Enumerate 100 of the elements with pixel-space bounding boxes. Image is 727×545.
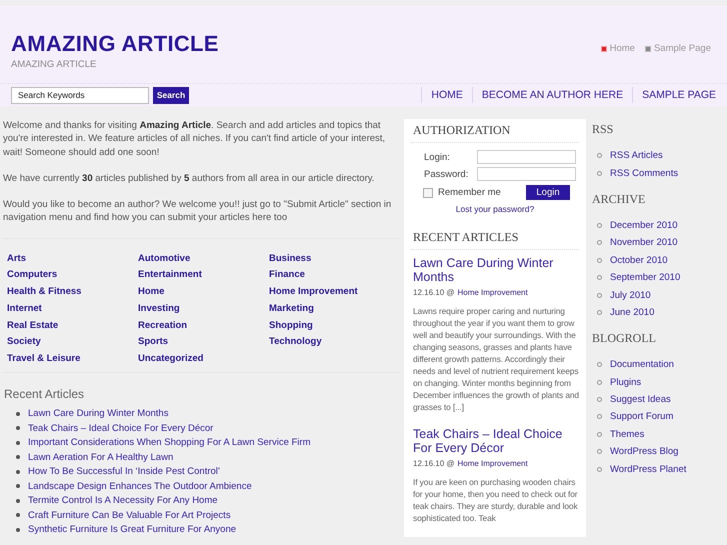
- password-field[interactable]: [477, 167, 576, 181]
- sidebar-link[interactable]: October 2010: [610, 254, 668, 266]
- bullet-icon: [597, 310, 602, 315]
- nav-link[interactable]: SAMPLE PAGE: [632, 87, 727, 103]
- nav-link[interactable]: HOME: [421, 87, 472, 103]
- sidebar-link[interactable]: WordPress Planet: [610, 464, 686, 475]
- bullet-icon: [16, 440, 20, 445]
- sidebar-link[interactable]: Documentation: [610, 359, 674, 370]
- password-label: Password:: [424, 168, 470, 180]
- square-icon: [644, 46, 651, 52]
- bullet-icon: [597, 449, 602, 454]
- post-title[interactable]: Teak Chairs – Ideal Choice For Every Décor: [413, 427, 579, 455]
- article-link[interactable]: Lawn Aeration For A Healthy Lawn: [28, 452, 174, 463]
- sidebar-link[interactable]: RSS Articles: [610, 150, 663, 162]
- sidebar-link[interactable]: December 2010: [610, 220, 678, 231]
- category-link[interactable]: Marketing: [269, 300, 400, 318]
- bullet-icon: [597, 222, 602, 228]
- article-link[interactable]: Teak Chairs – Ideal Choice For Every Décor: [28, 422, 214, 434]
- category-link[interactable]: Business: [269, 250, 400, 268]
- widget-title: RSS: [592, 122, 614, 137]
- login-label: Login:: [424, 152, 451, 162]
- article-link[interactable]: Synthetic Furniture Is Great Furniture For Anyone: [28, 524, 236, 536]
- bullet-icon: [597, 380, 602, 385]
- category-link[interactable]: Sports: [138, 334, 269, 351]
- category-link[interactable]: Shopping: [269, 318, 400, 334]
- category-link[interactable]: Home Improvement: [269, 284, 400, 301]
- post-title[interactable]: Lawn Care During Winter Months: [413, 256, 579, 284]
- sidebar-link[interactable]: June 2010: [610, 306, 654, 318]
- article-link[interactable]: Landscape Design Enhances The Outdoor Ambience: [28, 480, 252, 492]
- widget-title: ARCHIVE: [592, 192, 646, 207]
- sidebar-link[interactable]: RSS Comments: [610, 168, 678, 179]
- post-date: 12.16.10 @: [413, 288, 454, 297]
- category-link[interactable]: Finance: [269, 267, 400, 284]
- sidebar-link[interactable]: September 2010: [610, 272, 680, 284]
- remember-label: Remember me: [438, 187, 501, 198]
- category-link[interactable]: Home Improvement: [457, 288, 528, 297]
- widget-title: BLOGROLL: [592, 331, 657, 346]
- category-link[interactable]: Investing: [138, 300, 269, 318]
- sidebar-link[interactable]: Support Forum: [610, 411, 674, 422]
- sidebar-link[interactable]: July 2010: [610, 290, 651, 301]
- post-excerpt: If you are keen on purchasing wooden chairs for your home, then you need to check out for teak chairs. They are sturdy, durable and look sophisticated too. Teak: [413, 476, 579, 524]
- category-link[interactable]: Travel & Leisure: [7, 351, 138, 368]
- bullet-icon: [597, 292, 602, 298]
- bullet-icon: [597, 466, 602, 472]
- bullet-icon: [597, 362, 602, 368]
- remember-checkbox[interactable]: [423, 188, 433, 198]
- bullet-icon: [16, 484, 20, 488]
- category-link[interactable]: Technology: [269, 334, 400, 351]
- category-link[interactable]: Real Estate: [7, 318, 138, 334]
- category-link[interactable]: Uncategorized: [138, 351, 269, 368]
- bullet-icon: [597, 153, 602, 158]
- intro-paragraph: Welcome and thanks for visiting Amazing Article. Search and add articles and topics that you're interested in. We feature articles of all niches. If you can't find article of your interest, wait! Someone should add one soon!: [3, 119, 386, 159]
- widget-title: AUTHORIZATION: [411, 121, 579, 143]
- category-link[interactable]: Computers: [7, 267, 138, 284]
- lost-password-link[interactable]: Lost your password?: [411, 204, 579, 214]
- article-link[interactable]: Craft Furniture Can Be Valuable For Art Projects: [28, 510, 231, 521]
- category-link[interactable]: Arts: [7, 250, 138, 268]
- bullet-icon: [597, 170, 602, 176]
- category-link[interactable]: Automotive: [138, 250, 269, 268]
- intro-paragraph: We have currently 30 articles published by 5 authors from all area in our article directory.: [3, 172, 376, 186]
- category-link[interactable]: Society: [7, 334, 138, 351]
- bullet-icon: [597, 432, 602, 437]
- bullet-icon: [597, 397, 602, 402]
- login-field[interactable]: [477, 150, 576, 164]
- site-title: AMAZING ARTICLE: [11, 31, 219, 57]
- sidebar-link[interactable]: November 2010: [610, 237, 678, 248]
- category-link[interactable]: Recreation: [138, 318, 269, 334]
- intro-paragraph: Would you like to become an author? We welcome you!! just go to "Submit Article" section in navigation menu and find how you can submit your articles here too: [3, 198, 392, 225]
- sidebar-link[interactable]: WordPress Blog: [610, 446, 678, 458]
- bullet-icon: [16, 426, 20, 430]
- bullet-icon: [597, 275, 602, 280]
- article-link[interactable]: Termite Control Is A Necessity For Any Home: [28, 495, 218, 506]
- nav-link[interactable]: BECOME AN AUTHOR HERE: [472, 87, 632, 103]
- bullet-icon: [16, 412, 20, 416]
- sidebar-link[interactable]: Themes: [610, 428, 644, 440]
- bullet-icon: [16, 470, 20, 474]
- bullet-icon: [597, 258, 602, 263]
- widget-title: RECENT ARTICLES: [411, 228, 579, 250]
- article-link[interactable]: Important Considerations When Shopping For A Lawn Service Firm: [28, 437, 310, 448]
- article-link[interactable]: How To Be Successful In ‘Inside Pest Control’: [28, 466, 220, 478]
- category-link[interactable]: Home: [138, 284, 269, 301]
- post-date: 12.16.10 @: [413, 459, 454, 468]
- article-link[interactable]: Lawn Care During Winter Months: [28, 408, 168, 420]
- square-icon: [600, 46, 607, 52]
- post-excerpt: Lawns require proper caring and nurturing throughout the year if you want them to grow well and beautify your surroundings. With the changing seasons, grasses and plants have different growth patterns. Accordingly their needs and level of nutrient requirement keeps on changing. Winter months beginning from December influences the growth of plants and grasses to [...]: [413, 305, 579, 413]
- search-button[interactable]: Search: [153, 86, 189, 104]
- bullet-icon: [16, 498, 20, 503]
- category-link[interactable]: Health & Fitness: [7, 284, 138, 301]
- section-title: Recent Articles: [4, 386, 86, 401]
- site-tagline: AMAZING ARTICLE: [11, 59, 98, 70]
- category-link[interactable]: Entertainment: [138, 267, 269, 284]
- login-button[interactable]: Login: [526, 185, 570, 200]
- bullet-icon: [597, 240, 602, 246]
- sidebar-link[interactable]: Plugins: [610, 376, 642, 388]
- search-field[interactable]: Search Keywords: [11, 86, 149, 104]
- sidebar-link[interactable]: Suggest Ideas: [610, 394, 671, 406]
- category-link[interactable]: Home Improvement: [457, 459, 528, 468]
- category-link[interactable]: Internet: [7, 300, 138, 318]
- bullet-icon: [16, 455, 20, 460]
- bullet-icon: [16, 528, 20, 532]
